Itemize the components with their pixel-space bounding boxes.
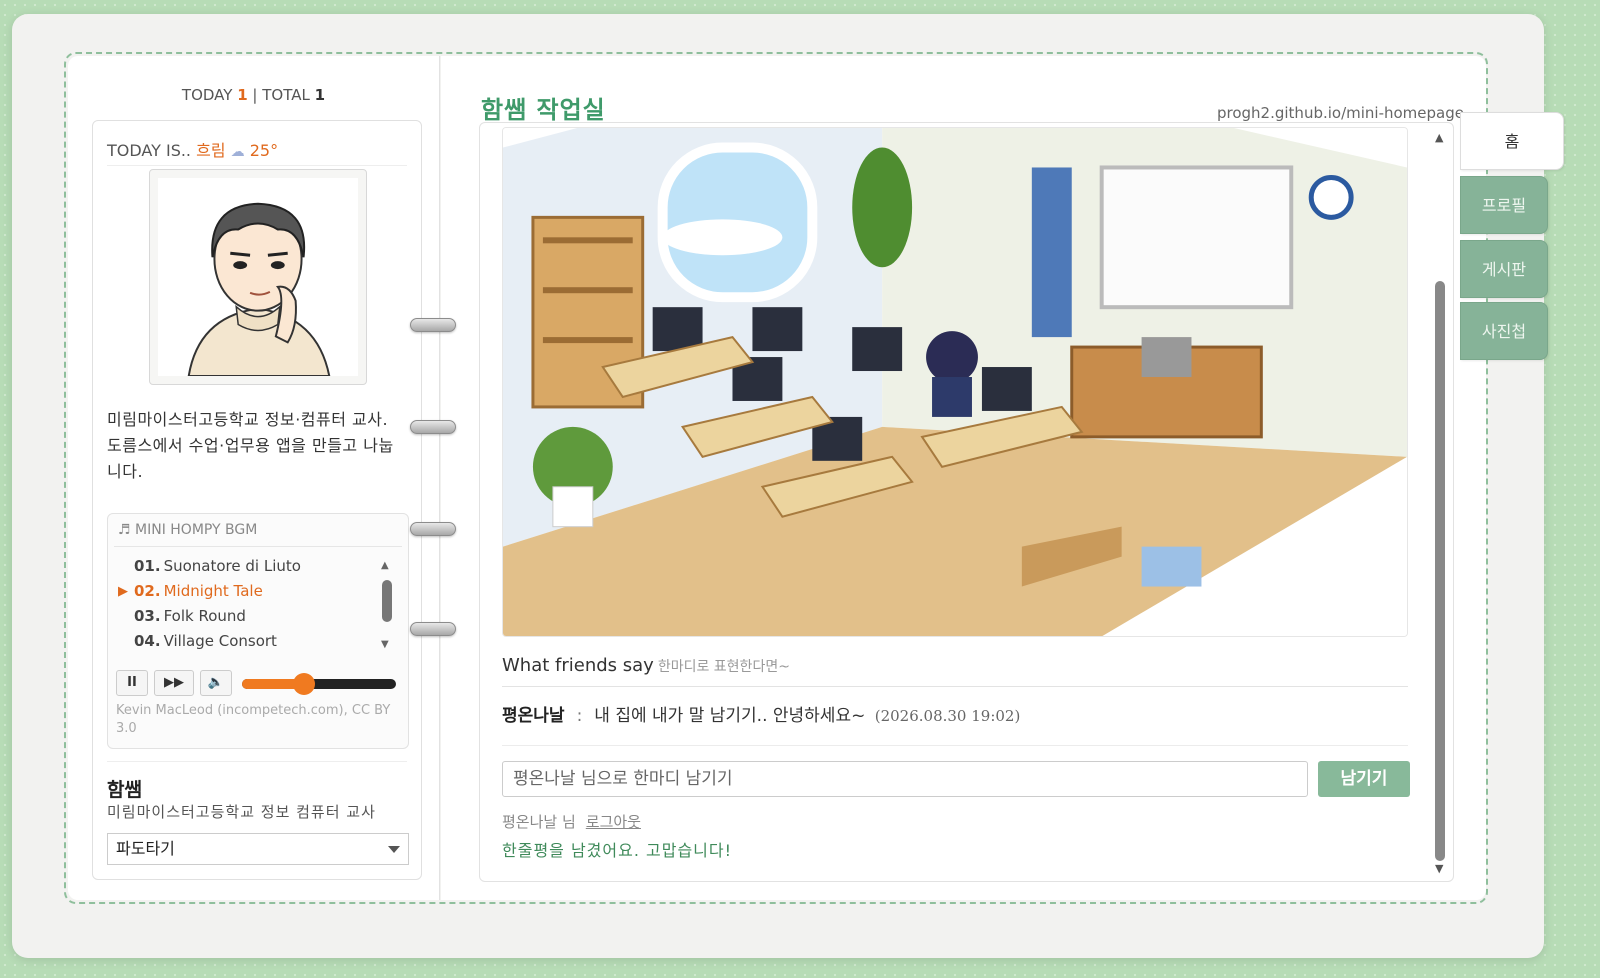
track-number: 01.	[134, 557, 161, 575]
friends-say-heading: What friends say 한마디로 표현한다면~	[502, 655, 790, 676]
profile-box: TODAY IS.. 흐림 ☁ 25° 미림마이스터고등학교 정보·컴퓨터 교사…	[92, 120, 422, 880]
visit-counter: TODAY 1 | TOTAL 1	[68, 86, 439, 104]
tab-board[interactable]: 게시판	[1460, 240, 1548, 298]
scroll-down-icon[interactable]: ▼	[1435, 862, 1443, 875]
chevron-down-icon	[388, 846, 400, 853]
classroom-scene	[503, 128, 1407, 636]
tab-photos[interactable]: 사진첩	[1460, 302, 1548, 360]
speaker-icon[interactable]: 🔈	[200, 670, 232, 696]
weather-temp: 25°	[249, 141, 279, 160]
total-label: TOTAL	[262, 86, 310, 104]
divider	[114, 546, 402, 547]
scroll-down-icon[interactable]: ▼	[381, 639, 389, 650]
scroll-thumb[interactable]	[382, 580, 392, 622]
page-url: progh2.github.io/mini-homepage	[1216, 104, 1464, 122]
thanks-message: 한줄평을 남겼어요. 고맙습니다!	[502, 841, 733, 860]
binder-ring	[410, 318, 456, 332]
comment-date: (2026.08.30 19:02)	[874, 707, 1021, 725]
dashed-border: TODAY 1 | TOTAL 1 TODAY IS.. 흐림 ☁ 25° 미림…	[64, 52, 1488, 904]
content-scrollbar[interactable]: ▲ ▼	[1433, 131, 1447, 875]
surf-select[interactable]: 파도타기	[107, 833, 409, 865]
bgm-header: ♬ MINI HOMPY BGM	[118, 522, 257, 538]
friends-say-subtitle: 한마디로 표현한다면~	[657, 659, 790, 675]
bgm-player: ♬ MINI HOMPY BGM 01. Suonatore di Liuto ▶…	[107, 513, 409, 749]
comment-input[interactable]: 평온나날 님으로 한마디 남기기	[502, 761, 1308, 797]
cloud-icon: ☁	[230, 144, 245, 160]
profile-intro: 미림마이스터고등학교 정보·컴퓨터 교사. 도름스에서 수업·업무용 앱을 만들…	[107, 410, 394, 481]
track-title: Suonatore di Liuto	[163, 557, 301, 575]
friends-say-title: What friends say	[502, 655, 654, 676]
comment-author: 평온나날	[502, 706, 565, 726]
track-number: 04.	[134, 632, 161, 650]
music-note-icon: ♬	[118, 522, 136, 538]
track-number: 02.	[134, 582, 161, 600]
scroll-thumb[interactable]	[1435, 281, 1445, 861]
weather-line: TODAY IS.. 흐림 ☁ 25°	[107, 137, 278, 161]
play-indicator-icon: ▶	[118, 584, 128, 599]
owner-job: 미림마이스터고등학교 정보 컴퓨터 교사	[107, 803, 376, 821]
scroll-up-icon[interactable]: ▲	[1435, 131, 1443, 144]
tab-profile[interactable]: 프로필	[1460, 176, 1548, 234]
logout-link[interactable]: 로그아웃	[586, 813, 641, 831]
main-column: 함쌤 작업실 progh2.github.io/mini-homepage ▲ …	[441, 56, 1486, 900]
track-number: 03.	[134, 607, 161, 625]
track-title: Village Consort	[163, 632, 277, 650]
scroll-up-icon[interactable]: ▲	[381, 560, 389, 571]
today-count: 1	[237, 86, 248, 104]
room-illustration	[502, 127, 1408, 637]
binder-ring	[410, 522, 456, 536]
submit-comment-button[interactable]: 남기기	[1318, 761, 1410, 797]
minihompy-frame: TODAY 1 | TOTAL 1 TODAY IS.. 흐림 ☁ 25° 미림…	[12, 14, 1544, 958]
next-button[interactable]: ▶▶	[154, 670, 194, 696]
weather-condition: 흐림	[196, 141, 226, 160]
track-item[interactable]: 03. Folk Round	[118, 604, 378, 629]
comment-row: 평온나날: 내 집에 내가 말 남기기.. 안녕하세요~ (2026.08.30 …	[502, 701, 1020, 726]
comment-colon: :	[576, 706, 583, 726]
bgm-title: MINI HOMPY BGM	[135, 522, 258, 538]
binder-ring	[410, 622, 456, 636]
tab-home[interactable]: 홈	[1460, 112, 1564, 170]
track-title: Midnight Tale	[163, 582, 263, 600]
today-label: TODAY	[181, 86, 233, 104]
divider	[107, 165, 407, 166]
divider	[107, 761, 407, 762]
left-column: TODAY 1 | TOTAL 1 TODAY IS.. 흐림 ☁ 25° 미림…	[68, 56, 440, 900]
track-item[interactable]: 04. Village Consort	[118, 629, 378, 654]
volume-slider[interactable]	[242, 673, 396, 695]
total-count: 1	[314, 86, 326, 104]
counter-separator: |	[252, 86, 258, 104]
user-name: 평온나날 님	[502, 813, 576, 831]
page-title: 함쌤 작업실	[481, 96, 606, 124]
track-item-active[interactable]: ▶ 02. Midnight Tale	[118, 579, 378, 604]
track-item[interactable]: 01. Suonatore di Liuto	[118, 554, 378, 579]
track-title: Folk Round	[163, 607, 246, 625]
volume-knob[interactable]	[292, 673, 315, 695]
content-panel: ▲ ▼ What friends say 한마디로 표현한다면~ 평온나날: 내 집…	[479, 122, 1454, 882]
track-list-scrollbar[interactable]: ▲ ▼	[380, 560, 394, 650]
surf-select-value: 파도타기	[116, 839, 175, 858]
binder-ring	[410, 420, 456, 434]
divider	[502, 686, 1408, 687]
avatar-illustration	[158, 178, 358, 377]
user-line: 평온나날 님 로그아웃	[502, 811, 641, 832]
bgm-credit: Kevin MacLeod (incompetech.com), CC BY 3…	[116, 703, 391, 736]
owner-name: 함쌤	[107, 779, 142, 801]
comment-text: 내 집에 내가 말 남기기.. 안녕하세요~	[594, 706, 866, 726]
divider	[502, 745, 1408, 746]
weather-label: TODAY IS..	[107, 141, 192, 160]
pause-button[interactable]: II	[116, 670, 148, 696]
profile-photo	[149, 169, 367, 385]
track-list: 01. Suonatore di Liuto ▶ 02. Midnight Tale …	[118, 554, 378, 654]
player-controls: II ▶▶ 🔈	[116, 670, 402, 698]
